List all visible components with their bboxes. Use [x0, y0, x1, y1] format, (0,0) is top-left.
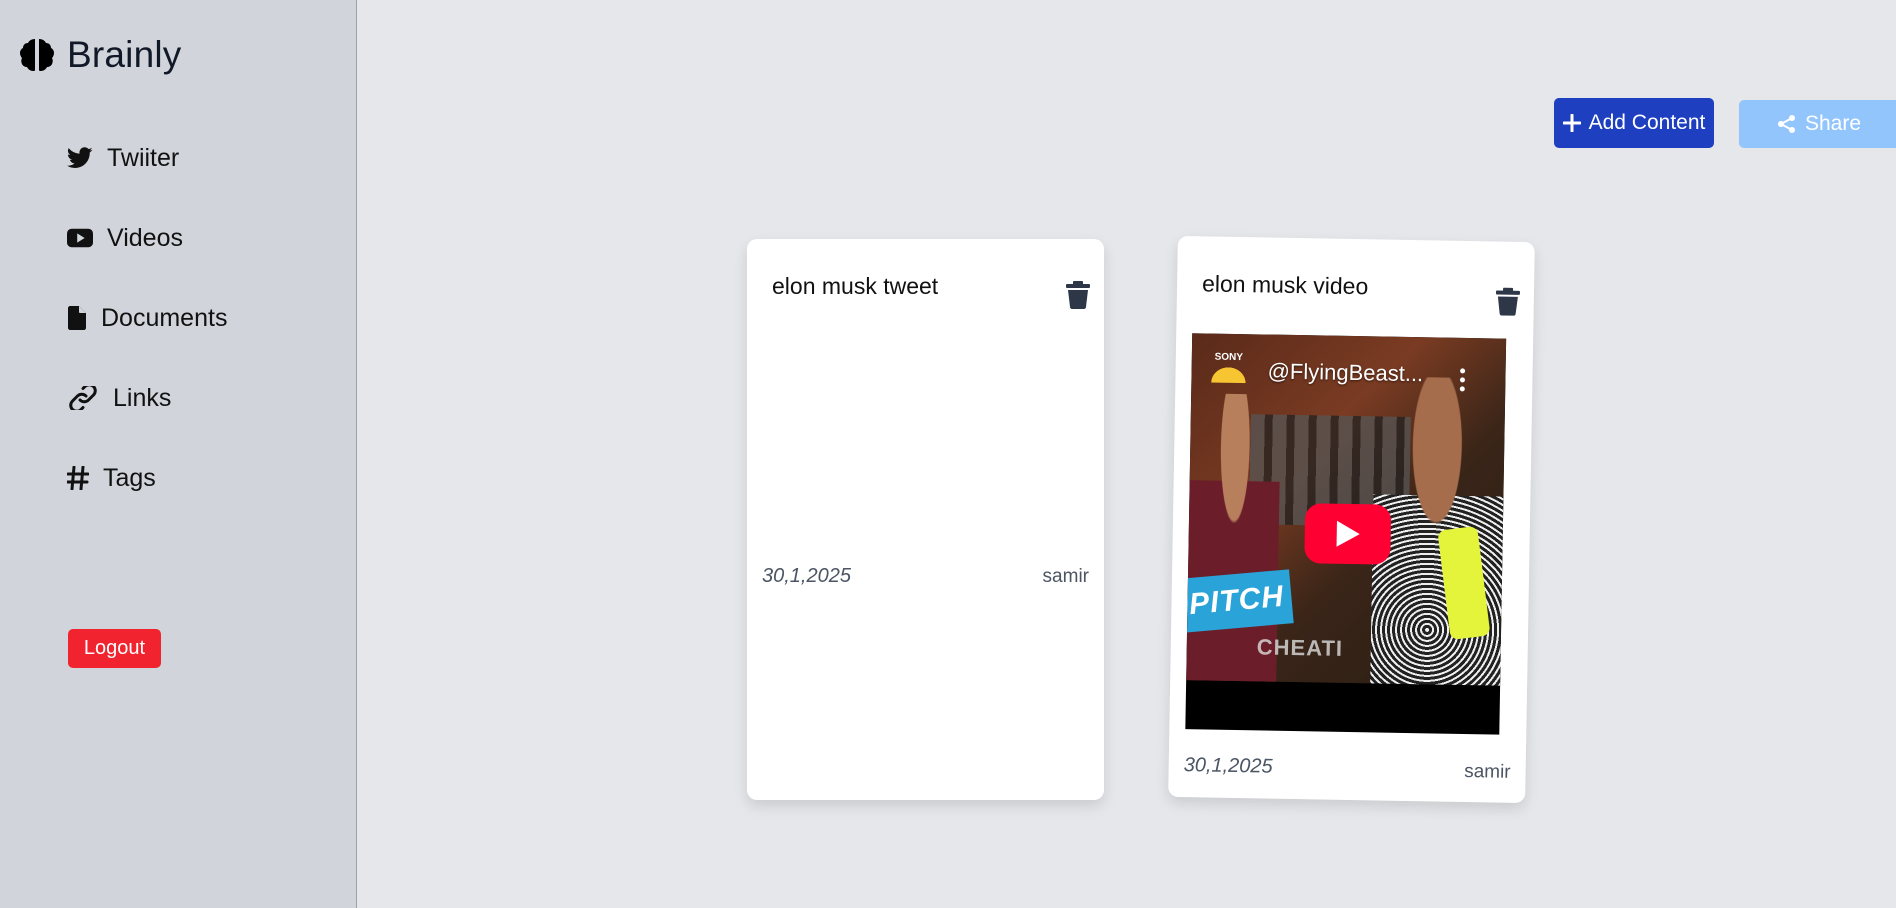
- card-date: 30,1,2025: [762, 565, 851, 587]
- card-title: elon musk tweet: [772, 273, 939, 299]
- sidebar-item-label: Videos: [107, 223, 183, 252]
- sidebar: Brainly Twiiter Videos Documents Links T…: [0, 0, 357, 908]
- trash-icon[interactable]: [1066, 281, 1090, 309]
- video-channel-name[interactable]: @FlyingBeast...: [1267, 359, 1423, 388]
- sidebar-item-documents[interactable]: Documents: [67, 298, 227, 338]
- hash-icon: [67, 465, 89, 491]
- twitter-icon: [67, 145, 93, 171]
- share-icon: [1777, 115, 1795, 133]
- sidebar-item-label: Links: [113, 383, 172, 412]
- play-icon: [1336, 520, 1360, 547]
- sidebar-item-tags[interactable]: Tags: [67, 458, 227, 498]
- thumbnail-caption: CHEATI: [1256, 634, 1344, 661]
- brain-icon: [20, 39, 54, 71]
- sidebar-item-twitter[interactable]: Twiiter: [67, 138, 227, 178]
- document-icon: [67, 305, 87, 331]
- youtube-embed[interactable]: PITCH CHEATI SONY @FlyingBeast...: [1185, 333, 1507, 735]
- sidebar-item-label: Twiiter: [107, 143, 180, 172]
- add-content-button[interactable]: Add Content: [1554, 98, 1714, 148]
- channel-logo: SONY: [1203, 351, 1254, 396]
- content-card-tweet: elon musk tweet 30,1,2025 samir: [747, 239, 1104, 800]
- youtube-icon: [67, 225, 93, 251]
- plus-icon: [1562, 114, 1581, 132]
- sidebar-nav: Twiiter Videos Documents Links Tags: [67, 138, 227, 538]
- link-icon: [67, 385, 99, 411]
- brand-name: Brainly: [67, 34, 182, 75]
- video-thumbnail: PITCH CHEATI SONY @FlyingBeast...: [1186, 333, 1507, 686]
- sidebar-item-links[interactable]: Links: [67, 378, 227, 418]
- sidebar-item-label: Documents: [101, 303, 228, 332]
- share-label: Share: [1804, 112, 1862, 135]
- brand[interactable]: Brainly: [17, 34, 182, 76]
- channel-logo-text: SONY: [1214, 351, 1244, 364]
- thumbnail-pitch-text: PITCH: [1186, 569, 1294, 633]
- card-title: elon musk video: [1201, 270, 1369, 300]
- app-root: Brainly Twiiter Videos Documents Links T…: [0, 0, 1896, 908]
- content-card-video: elon musk video PITCH CHEATI SONY @Flyin…: [1168, 235, 1535, 804]
- play-button[interactable]: [1304, 503, 1392, 565]
- more-options-icon[interactable]: [1459, 368, 1466, 392]
- sidebar-item-label: Tags: [103, 463, 156, 492]
- card-author: samir: [1463, 761, 1511, 783]
- add-content-label: Add Content: [1588, 111, 1706, 134]
- card-date: 30,1,2025: [1183, 754, 1273, 778]
- sidebar-item-videos[interactable]: Videos: [67, 218, 227, 258]
- trash-icon[interactable]: [1495, 287, 1520, 316]
- card-author: samir: [1042, 566, 1089, 587]
- logout-button[interactable]: Logout: [68, 629, 161, 668]
- share-button[interactable]: Share: [1739, 100, 1896, 148]
